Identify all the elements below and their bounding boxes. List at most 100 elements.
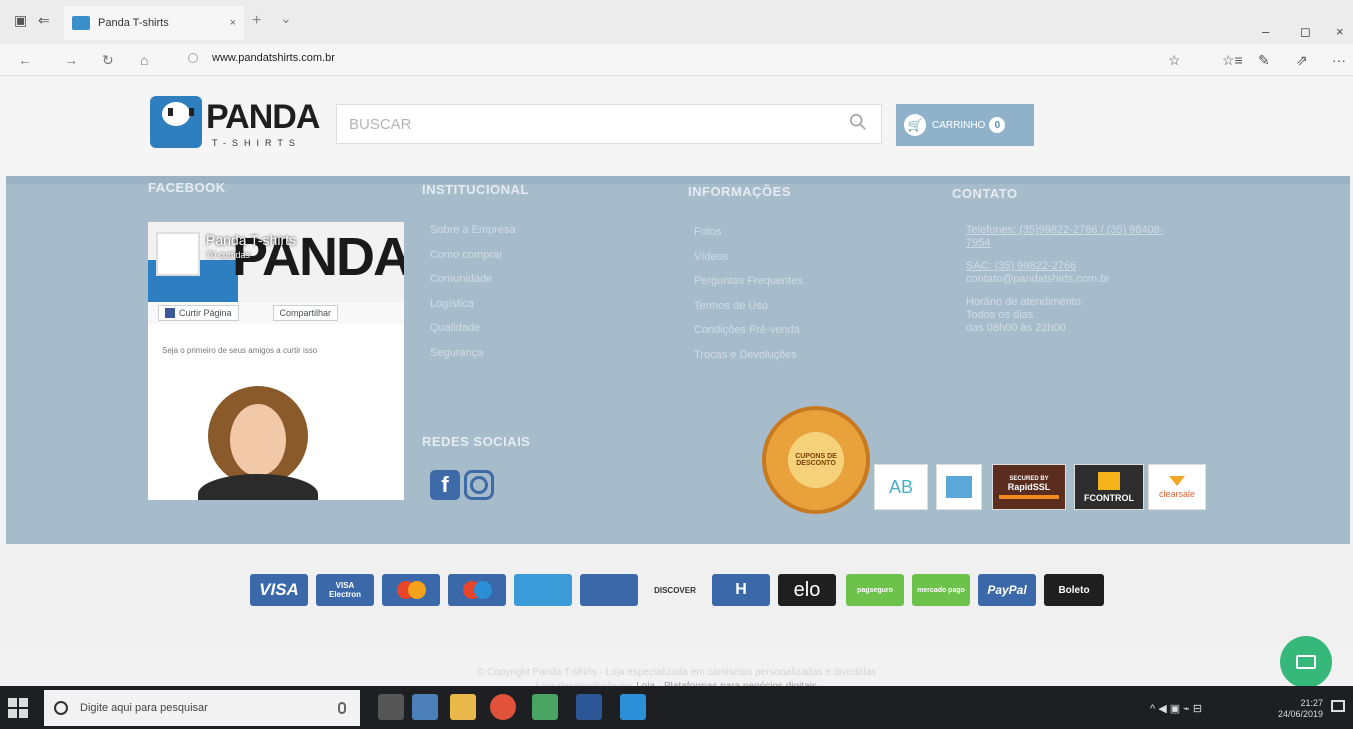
link-qualidade[interactable]: Qualidade [430, 322, 516, 347]
fcontrol-seal[interactable]: FCONTROL [1074, 464, 1144, 510]
notifications-icon[interactable] [1331, 700, 1345, 712]
rapidssl-bar [999, 494, 1059, 499]
page-avatar[interactable] [156, 232, 200, 276]
taskbar-search[interactable]: Digite aqui para pesquisar [44, 690, 360, 726]
visa-electron-card-icon: VISA Electron [316, 574, 374, 606]
close-window-icon[interactable]: × [1336, 24, 1344, 39]
facebook-like-button[interactable]: Curtir Página [158, 305, 239, 321]
link-como-comprar[interactable]: Como comprar [430, 249, 516, 274]
institutional-title: INSTITUCIONAL [422, 182, 529, 197]
contact-chat-button[interactable] [1280, 636, 1332, 688]
facebook-icon[interactable]: f [430, 470, 460, 500]
forward-icon[interactable]: → [64, 52, 78, 68]
cart-button[interactable]: 🛒 CARRINHO 0 [896, 104, 1034, 146]
share-icon[interactable]: ⇗ [1296, 52, 1308, 69]
maximize-icon[interactable]: ◻ [1300, 24, 1311, 40]
clearsale-text: clearsale [1158, 488, 1196, 499]
file-explorer-icon[interactable] [450, 694, 476, 720]
instagram-icon[interactable] [464, 470, 494, 500]
clock-date: 24/06/2019 [1277, 709, 1323, 719]
contact-title: CONTATO [952, 186, 1018, 201]
windows-start-icon[interactable] [8, 698, 28, 718]
facebook-friends-text: Seja o primeiro de seus amigos a curtir … [162, 346, 318, 355]
new-tab-icon[interactable]: + [252, 12, 261, 30]
clock-time: 21:27 [1300, 698, 1323, 708]
home-icon[interactable]: ⌂ [140, 52, 148, 68]
tab-title: Panda T-shirts [98, 17, 169, 29]
search-input[interactable] [349, 113, 829, 135]
diners-card-icon [580, 574, 638, 606]
favorite-star-icon[interactable]: ☆ [1168, 52, 1181, 69]
clearsale-icon [1169, 475, 1185, 486]
link-seguranca[interactable]: Segurança [430, 347, 516, 372]
edge-icon[interactable] [620, 694, 646, 720]
address-bar: ← → ↻ ⌂ www.pandatshirts.com.br ☆ ☆≡ ✎ ⇗… [0, 44, 1353, 76]
app-icon[interactable] [532, 694, 558, 720]
search-box [336, 104, 882, 144]
logo-brand-text: PANDA [206, 98, 320, 136]
cart-count-badge: 0 [989, 117, 1006, 133]
microphone-icon[interactable] [338, 702, 346, 714]
minimize-icon[interactable]: – [1262, 24, 1269, 39]
facebook-cover[interactable]: PANDA Panda T-shirts 70 curtidas [148, 222, 404, 302]
favorites-hub-icon[interactable]: ☆≡ [1222, 52, 1243, 69]
site-info-icon[interactable] [188, 53, 198, 63]
back-icon[interactable]: ← [18, 52, 32, 68]
amex-card-icon [514, 574, 572, 606]
link-termos[interactable]: Termos de Uso [694, 300, 803, 325]
contact-phones[interactable]: Telefones: (35)99822-2766 / (35) 98408-7… [966, 224, 1166, 250]
contact-email[interactable]: contato@pandatshirts.com.br [966, 273, 1110, 285]
system-tray-icons[interactable]: ^ ◀ ▣ ⌁ ⊟ [1150, 702, 1202, 715]
hours-time: das 08h00 às 22h00 [966, 322, 1066, 334]
word-icon[interactable] [576, 694, 602, 720]
institutional-links: Sobre a Empresa Como comprar Comunidade … [430, 224, 516, 371]
elo-card-icon: elo [778, 574, 836, 606]
link-fotos[interactable]: Fotos [694, 226, 803, 251]
cupons-seal-text: CUPONS DE DESCONTO [788, 432, 844, 488]
browser-tabbar: ▣ ⇐ Panda T-shirts × + ⌄ – ◻ × [0, 0, 1353, 44]
photos-app-icon[interactable] [412, 694, 438, 720]
cupons-seal[interactable]: CUPONS DE DESCONTO [762, 406, 870, 514]
tab-list-icon[interactable]: ⌄ [280, 10, 292, 27]
tab-close-icon[interactable]: × [230, 17, 236, 29]
facebook-actions: Curtir Página Compartilhar [148, 302, 404, 324]
url-field[interactable]: www.pandatshirts.com.br [188, 52, 335, 64]
contact-sac[interactable]: SAC: (35) 99822-2766 [966, 260, 1076, 272]
ab-seal[interactable]: AB [874, 464, 928, 510]
more-menu-icon[interactable]: ··· [1332, 52, 1346, 68]
refresh-icon[interactable]: ↻ [102, 52, 114, 69]
clock[interactable]: 21:27 24/06/2019 [1278, 698, 1323, 720]
link-logistica[interactable]: Logística [430, 298, 516, 323]
facebook-title: FACEBOOK [148, 180, 226, 195]
fcontrol-text: FCONTROL [1084, 492, 1134, 503]
link-sobre[interactable]: Sobre a Empresa [430, 224, 516, 249]
photo-body [198, 474, 318, 500]
clearsale-seal[interactable]: clearsale [1148, 464, 1206, 510]
facebook-page-name[interactable]: Panda T-shirts [206, 232, 296, 248]
task-view-icon[interactable] [378, 694, 404, 720]
panda-logo[interactable]: PANDA T-SHIRTS [150, 94, 320, 152]
info-title: INFORMAÇÕES [688, 184, 791, 199]
search-icon[interactable] [849, 113, 867, 131]
cortana-icon [54, 701, 68, 715]
photo-face [230, 404, 286, 476]
link-faq[interactable]: Perguntas Frequentes [694, 275, 803, 300]
link-videos[interactable]: Vídeos [694, 251, 803, 276]
facebook-post-photo[interactable] [178, 382, 368, 500]
link-comunidade[interactable]: Comunidade [430, 273, 516, 298]
browser-tab[interactable]: Panda T-shirts × [64, 6, 244, 40]
notes-pen-icon[interactable]: ✎ [1258, 52, 1270, 69]
link-pre-venda[interactable]: Condições Pré-venda [694, 324, 803, 349]
ebit-seal[interactable] [936, 464, 982, 510]
electron-sub-text: Electron [328, 590, 361, 599]
rapidssl-seal[interactable]: SECURED BY RapidSSL [992, 464, 1066, 510]
windows-taskbar: Digite aqui para pesquisar ^ ◀ ▣ ⌁ ⊟ 21:… [0, 686, 1353, 729]
tab-manager-icon[interactable]: ▣ [14, 12, 27, 29]
facebook-share-button[interactable]: Compartilhar [272, 305, 339, 321]
logo-sub-text: T-SHIRTS [212, 138, 301, 148]
tab-back-icon[interactable]: ⇐ [38, 12, 50, 29]
link-trocas[interactable]: Trocas e Devoluções [694, 349, 803, 374]
site-header: PANDA T-SHIRTS 🛒 CARRINHO 0 [0, 76, 1353, 176]
chrome-icon[interactable] [490, 694, 516, 720]
panda-mascot-icon [150, 96, 202, 148]
